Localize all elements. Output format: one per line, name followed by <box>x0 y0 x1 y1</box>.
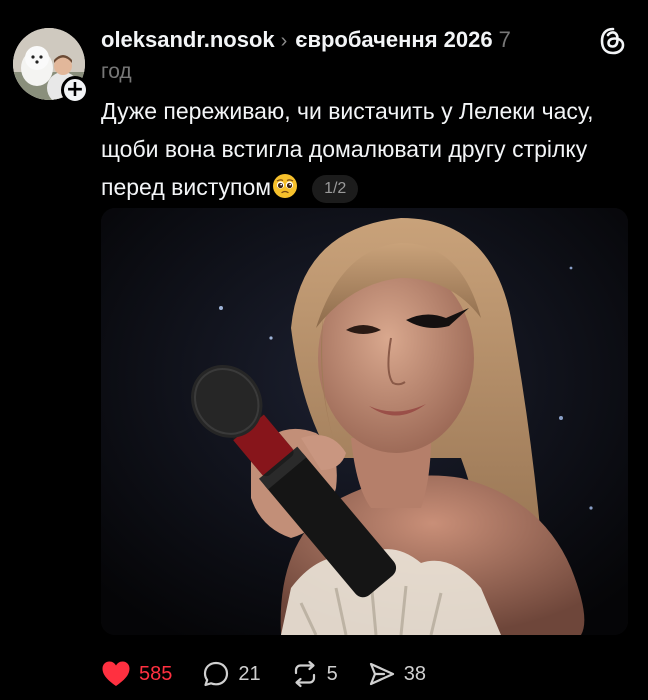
post-image[interactable] <box>101 208 628 635</box>
page-indicator: 1/2 <box>312 175 359 203</box>
reply-icon <box>204 661 229 687</box>
threads-logo-icon[interactable] <box>598 26 628 56</box>
heart-icon <box>102 661 130 686</box>
repost-count: 5 <box>326 662 338 685</box>
repost-button[interactable]: 5 <box>291 660 338 688</box>
chevron-right-icon: › <box>280 30 288 52</box>
singer-photo <box>101 208 628 635</box>
follow-button[interactable]: + <box>61 76 89 104</box>
post-body: Дуже переживаю, чи вистачить у Лелеки ча… <box>101 92 631 206</box>
post-actions: 585 21 5 38 <box>101 656 456 692</box>
pleading-face-emoji-icon <box>273 174 298 198</box>
username-link[interactable]: oleksandr.nosok <box>101 27 275 52</box>
repost-icon <box>294 660 315 688</box>
like-button[interactable]: 585 <box>101 660 172 688</box>
share-count: 38 <box>403 662 426 685</box>
post-time-value: 7 <box>498 27 511 52</box>
share-icon <box>369 662 394 686</box>
reply-count: 21 <box>238 662 261 685</box>
author-avatar-wrap[interactable]: + <box>13 28 89 104</box>
reply-button[interactable]: 21 <box>202 660 261 688</box>
topic-link[interactable]: євробачення 2026 <box>295 27 492 52</box>
share-button[interactable]: 38 <box>368 660 426 688</box>
like-count: 585 <box>139 662 173 685</box>
post-time-unit: год <box>101 60 132 83</box>
post-header: oleksandr.nosok › євробачення 2026 7 <box>101 27 571 54</box>
